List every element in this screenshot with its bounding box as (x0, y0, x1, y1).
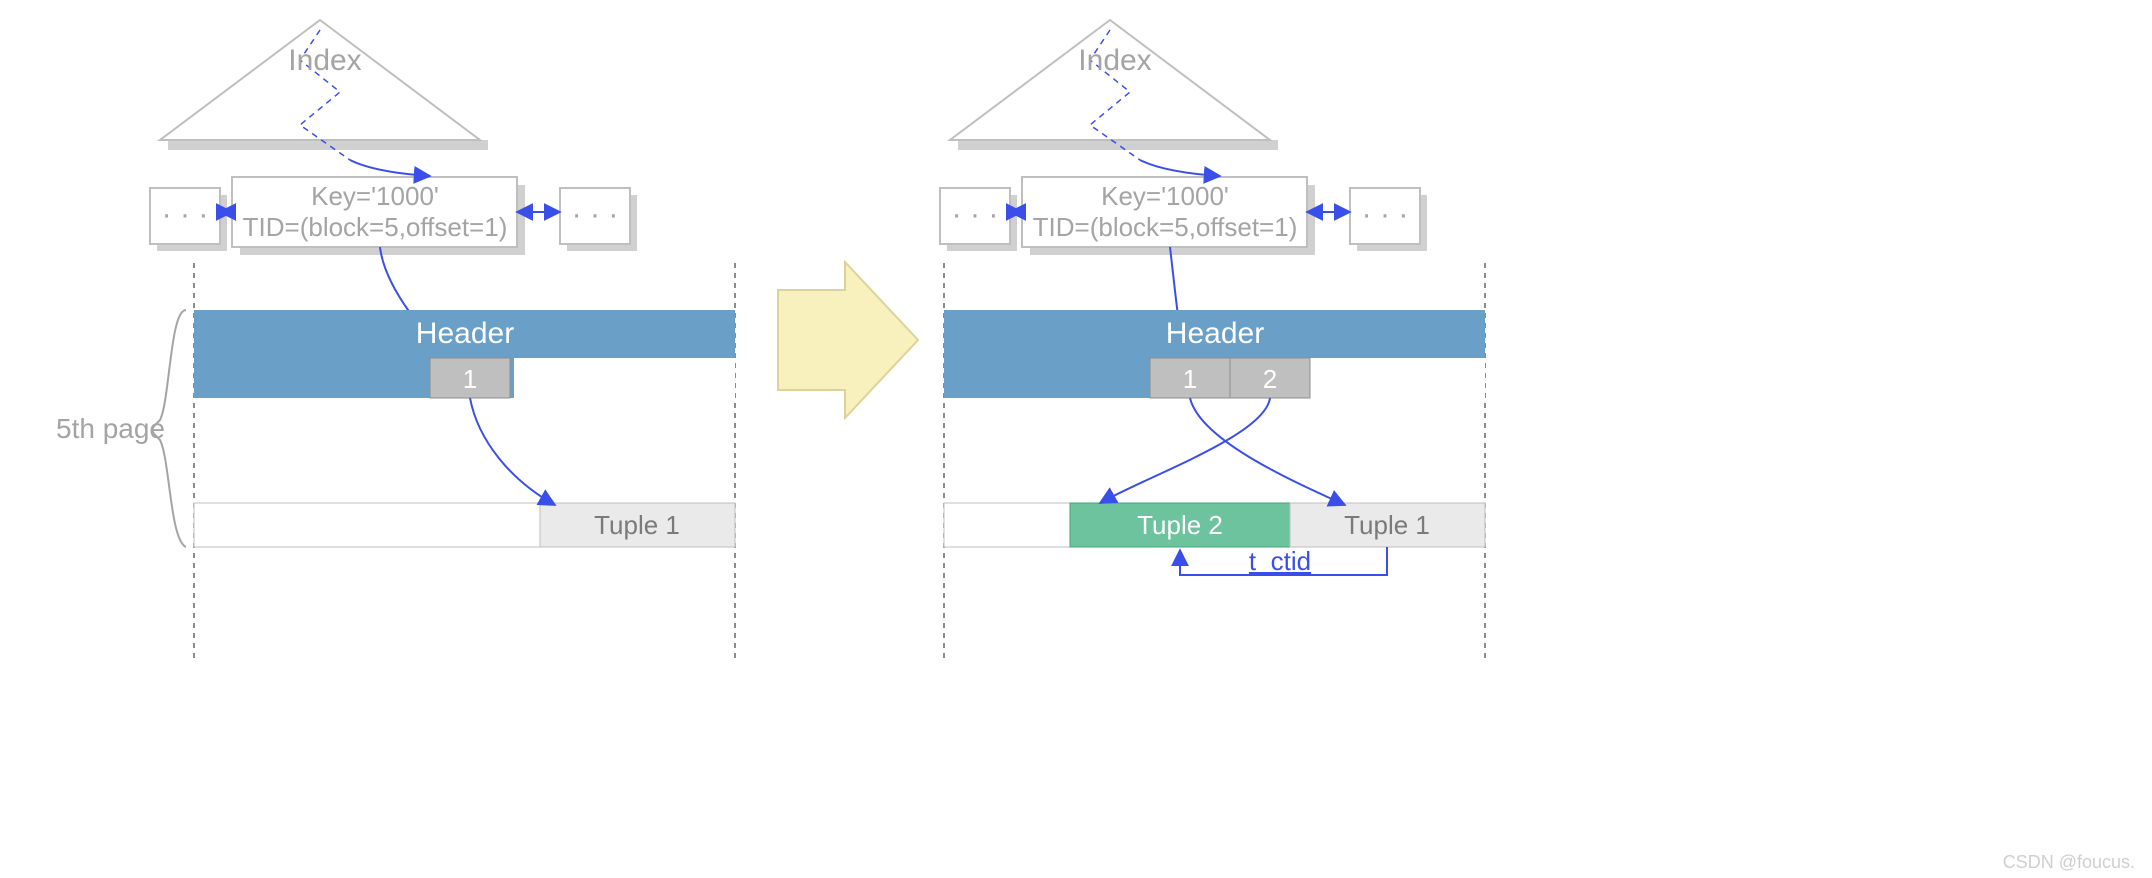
page-label: 5th page (56, 413, 165, 444)
right-panel: Index Key='1000' TID=(block=5,offset=1) … (940, 20, 1485, 660)
tid-label: TID=(block=5,offset=1) (243, 212, 508, 242)
header-label: Header (416, 317, 514, 350)
svg-text:2: 2 (1263, 364, 1277, 394)
dots-box-right-l: · · · (940, 188, 1017, 251)
page-block-right: Header 1 2 Tuple 2 Tuple 1 t_ctid (944, 263, 1485, 660)
key-label: Key='1000' (311, 181, 439, 211)
arrow-index-to-key (350, 160, 430, 176)
svg-text:1: 1 (1183, 364, 1197, 394)
key-tid-box-right: Key='1000' TID=(block=5,offset=1) (1022, 177, 1315, 255)
svg-text:· · ·: · · · (572, 198, 619, 231)
svg-text:TID=(block=5,offset=1): TID=(block=5,offset=1) (1033, 212, 1298, 242)
svg-text:· · ·: · · · (1362, 198, 1409, 231)
tuple1-label: Tuple 1 (594, 510, 680, 540)
tuple2-label: Tuple 2 (1137, 510, 1223, 540)
svg-text:Key='1000': Key='1000' (1101, 181, 1229, 211)
left-panel: Index Key='1000' TID=(block=5,offset=1) … (56, 20, 735, 660)
arrow-slot1-to-tuple1 (1190, 398, 1345, 505)
page-block-left: Header 1 Tuple 1 (194, 263, 735, 660)
dots-box-left-r: · · · (560, 188, 637, 251)
svg-text:Tuple 1: Tuple 1 (1344, 510, 1430, 540)
page-label-brace: 5th page (56, 310, 186, 547)
dots-box-left-l: · · · (150, 188, 227, 251)
arrow-slot-to-tuple (470, 398, 555, 505)
watermark: CSDN @foucus. (2003, 852, 2135, 872)
index-triangle-right: Index (950, 20, 1278, 160)
key-tid-box-left: Key='1000' TID=(block=5,offset=1) (232, 177, 525, 255)
slot1-label: 1 (463, 364, 477, 394)
index-label: Index (288, 44, 361, 77)
svg-text:· · ·: · · · (952, 198, 999, 231)
svg-text:· · ·: · · · (162, 198, 209, 231)
tctid-label: t_ctid (1249, 546, 1311, 576)
svg-text:Header: Header (1166, 317, 1264, 350)
dots-box-right-r: · · · (1350, 188, 1427, 251)
transition-arrow (778, 262, 918, 418)
diagram-canvas: Index Key='1000' TID=(block=5,offset=1) … (0, 0, 2152, 878)
arrow-slot2-to-tuple2 (1100, 398, 1270, 503)
svg-text:Index: Index (1078, 44, 1151, 77)
arrow-index-to-key-r (1140, 160, 1220, 176)
index-triangle-left: Index (160, 20, 488, 160)
